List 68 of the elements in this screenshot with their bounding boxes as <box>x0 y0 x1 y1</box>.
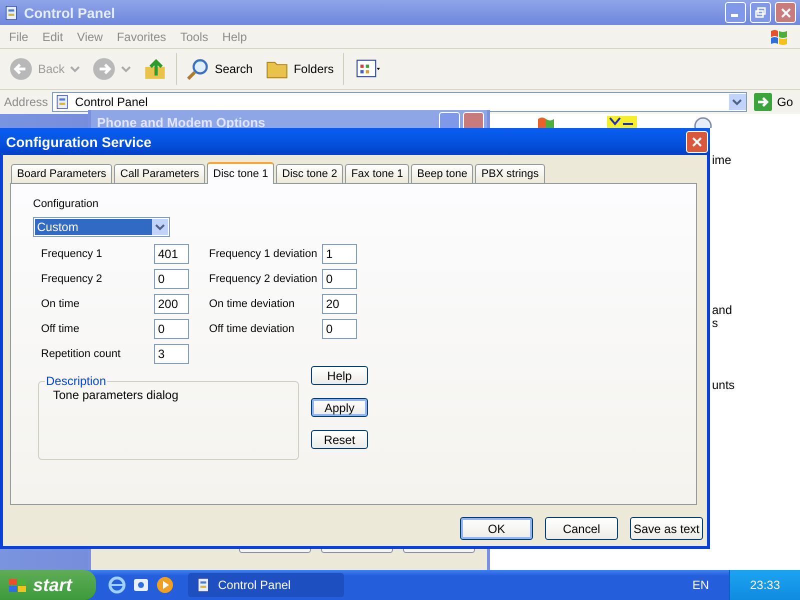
configuration-label: Configuration <box>33 198 100 210</box>
windows-flag-icon <box>535 115 557 129</box>
search-icon <box>186 57 210 81</box>
input-field[interactable]: 1 <box>322 244 357 264</box>
search-button[interactable]: Search <box>182 57 256 81</box>
windows-logo-icon <box>8 576 28 594</box>
caret-icon <box>70 65 80 73</box>
field-label: Frequency 1 deviation <box>209 248 318 260</box>
dialog-title: Configuration Service <box>6 134 152 150</box>
caret-icon <box>120 65 131 73</box>
tab[interactable]: Disc tone 2 <box>276 164 344 183</box>
close-icon <box>691 136 703 148</box>
window-title: Control Panel <box>24 4 116 20</box>
tab[interactable]: PBX strings <box>475 164 545 183</box>
field-label: Off time <box>41 323 80 335</box>
go-button[interactable]: Go <box>750 93 796 111</box>
field-label: Frequency 2 <box>41 273 104 285</box>
input-field[interactable]: 3 <box>154 344 189 364</box>
media-player-icon[interactable] <box>156 576 174 594</box>
caret-icon <box>155 223 165 231</box>
dialog-button[interactable]: Help <box>311 366 368 385</box>
tab[interactable]: Call Parameters <box>114 164 206 183</box>
close-button[interactable] <box>775 2 796 23</box>
tab[interactable]: Beep tone <box>411 164 474 183</box>
dialog-button[interactable]: Reset <box>311 430 368 449</box>
configuration-dropdown[interactable]: Custom <box>33 217 170 237</box>
restore-button[interactable] <box>750 2 771 23</box>
language-indicator[interactable]: EN <box>692 578 709 592</box>
field-label: Frequency 2 deviation <box>209 273 318 285</box>
item-label: unts <box>712 378 735 392</box>
window-title: Phone and Modem Options <box>97 114 266 130</box>
close-button[interactable] <box>686 130 708 152</box>
dialog-button[interactable]: Save as text <box>630 517 703 540</box>
mail-icon[interactable] <box>132 576 150 594</box>
folder-up-icon <box>142 57 167 81</box>
field-label: Off time deviation <box>209 323 296 335</box>
tab[interactable]: Fax tone 1 <box>345 164 410 183</box>
input-field[interactable]: 401 <box>154 244 189 264</box>
field-label: Frequency 1 <box>41 248 104 260</box>
dialog-button[interactable]: Cancel <box>545 517 618 540</box>
input-field[interactable]: 200 <box>154 294 189 314</box>
dialog-button[interactable]: Apply <box>311 398 368 417</box>
field-label: On time deviation <box>209 298 296 310</box>
item-label: s <box>712 316 718 330</box>
input-field[interactable]: 0 <box>154 269 189 289</box>
caret-icon <box>732 98 742 106</box>
minimize-button[interactable] <box>725 2 746 23</box>
clock: 23:33 <box>750 578 780 592</box>
browser-icon[interactable] <box>108 576 126 594</box>
description-text: Tone parameters dialog <box>53 388 178 402</box>
item-label: and <box>712 303 732 317</box>
close-icon <box>780 6 792 18</box>
input-field[interactable]: 0 <box>154 319 189 339</box>
address-label: Address <box>4 95 48 109</box>
input-field[interactable]: 20 <box>322 294 357 314</box>
folders-button[interactable]: Folders <box>262 57 337 81</box>
input-field[interactable]: 0 <box>322 269 357 289</box>
group-title: Description <box>45 374 108 388</box>
taskbar-button[interactable]: Control Panel <box>188 573 344 597</box>
input-field[interactable]: 0 <box>322 319 357 339</box>
field-label: Repetition count <box>41 348 122 360</box>
tab[interactable]: Board Parameters <box>11 164 112 183</box>
dialog-button[interactable]: OK <box>460 517 533 540</box>
tab[interactable]: Disc tone 1 <box>207 162 274 184</box>
address-field[interactable]: Control Panel <box>52 92 747 112</box>
item-label: ime <box>712 153 732 167</box>
restore-icon <box>755 7 766 18</box>
field-label: On time <box>41 298 81 310</box>
